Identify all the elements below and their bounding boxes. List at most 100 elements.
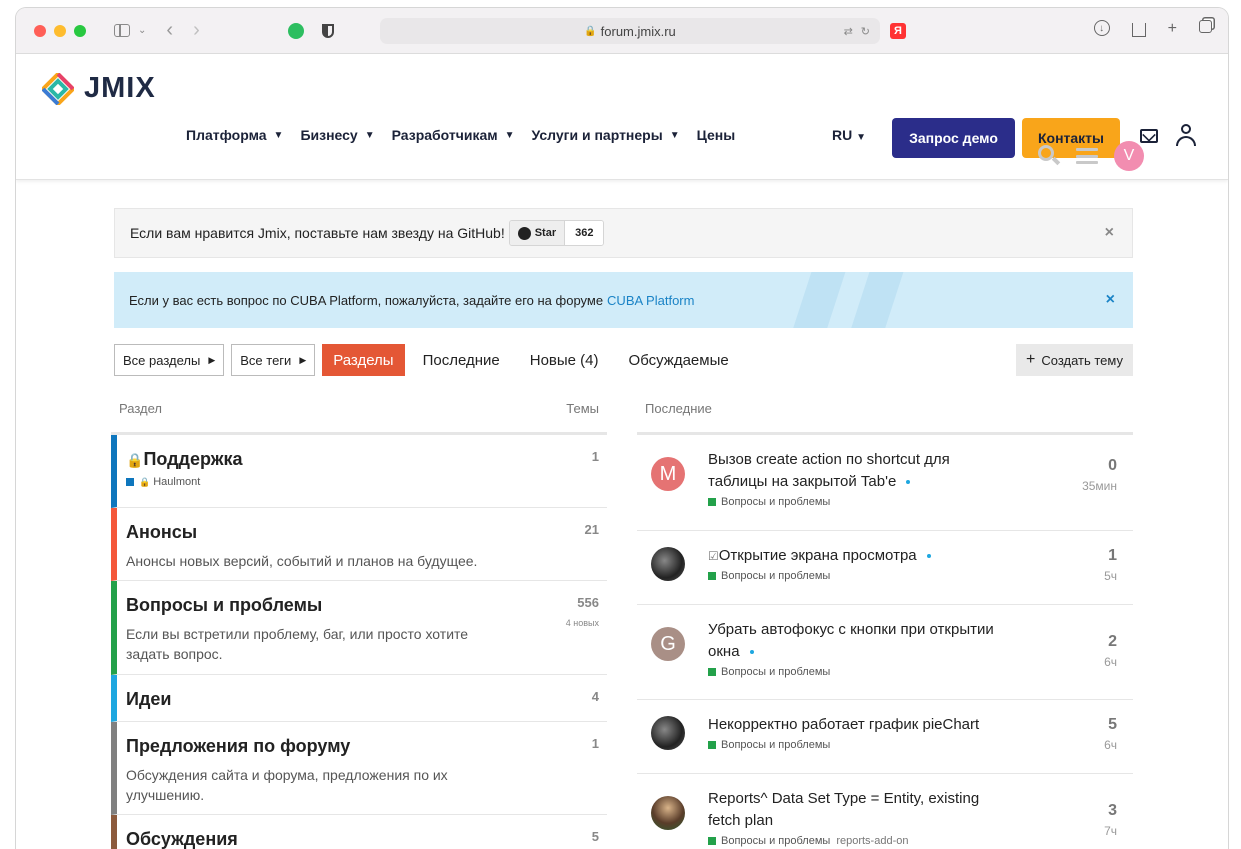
close-window-button[interactable]: [34, 24, 46, 37]
topic-row[interactable]: M Вызов create action по shortcut для та…: [637, 435, 1133, 531]
browser-toolbar: ⌄ ‹ › 🔒 forum.jmix.ru ⇄ ↻ Я ↓ +: [16, 8, 1228, 54]
sidebar-toggle-icon[interactable]: [114, 24, 130, 37]
jmix-logo-icon: [42, 72, 74, 105]
topic-title[interactable]: Открытие экрана просмотра: [719, 547, 917, 564]
cuba-banner: Если у вас есть вопрос по CUBA Platform,…: [114, 272, 1133, 328]
all-tags-dropdown[interactable]: Все теги ▶: [231, 344, 316, 376]
create-topic-button[interactable]: + Создать тему: [1016, 344, 1133, 376]
category-row-questions[interactable]: Вопросы и проблемы Если вы встретили про…: [111, 581, 607, 675]
reply-count[interactable]: 5: [1104, 716, 1117, 734]
share-icon[interactable]: [1131, 23, 1146, 37]
nav-developers[interactable]: Разработчикам ▼: [392, 127, 515, 143]
github-star-button[interactable]: Star 362: [508, 220, 605, 246]
activity-time[interactable]: 35мин: [1082, 479, 1117, 493]
github-icon: [517, 226, 531, 240]
topic-title[interactable]: Вызов create action по shortcut для табл…: [708, 451, 950, 490]
chevron-down-icon: ▼: [669, 129, 680, 141]
lock-icon: 🔒: [139, 476, 151, 487]
reply-count[interactable]: 2: [1104, 633, 1117, 651]
tab-categories[interactable]: Разделы: [322, 344, 405, 376]
avatar[interactable]: M: [651, 457, 685, 491]
caret-right-icon: ▶: [208, 354, 216, 365]
reply-count[interactable]: 1: [1104, 547, 1117, 565]
chevron-down-icon[interactable]: ⌄: [138, 25, 146, 36]
avatar[interactable]: [651, 547, 685, 581]
topic-row[interactable]: ☑Открытие экрана просмотра Вопросы и про…: [637, 531, 1133, 605]
nav-business[interactable]: Бизнесу ▼: [300, 127, 374, 143]
topic-row[interactable]: Некорректно работает график pieChart Воп…: [637, 700, 1133, 774]
subcategory[interactable]: 🔒 Haulmont: [126, 476, 599, 488]
zoom-window-button[interactable]: [74, 24, 86, 37]
category-row-announcements[interactable]: Анонсы Анонсы новых версий, событий и пл…: [111, 508, 607, 581]
nav-platform[interactable]: Платформа ▼: [186, 127, 283, 143]
topic-category[interactable]: Вопросы и проблемы reports-add-on: [708, 835, 1008, 847]
downloads-icon[interactable]: ↓: [1093, 20, 1110, 36]
category-row-discussions[interactable]: Обсуждения 5: [111, 815, 607, 849]
close-icon[interactable]: ×: [1105, 224, 1114, 242]
plus-icon: +: [1026, 351, 1036, 368]
caret-right-icon: ▶: [299, 354, 307, 365]
category-row-forum-feedback[interactable]: Предложения по форуму Обсуждения сайта и…: [111, 722, 607, 815]
category-title[interactable]: Вопросы и проблемы: [126, 595, 599, 616]
close-icon[interactable]: ×: [1106, 291, 1115, 309]
forward-arrow-icon[interactable]: ›: [193, 19, 200, 42]
topic-count: 21: [584, 522, 599, 537]
search-icon[interactable]: [1038, 145, 1061, 167]
topic-category[interactable]: Вопросы и проблемы: [708, 496, 1008, 508]
tab-overview-icon[interactable]: [1199, 20, 1212, 33]
activity-time[interactable]: 5ч: [1104, 569, 1117, 583]
topic-row[interactable]: Reports^ Data Set Type = Entity, existin…: [637, 774, 1133, 849]
category-title[interactable]: Поддержка: [143, 449, 242, 469]
new-tab-icon[interactable]: +: [1168, 20, 1177, 38]
topic-category[interactable]: Вопросы и проблемы: [708, 570, 1008, 582]
evernote-extension-icon[interactable]: [287, 22, 304, 39]
activity-time[interactable]: 7ч: [1104, 824, 1117, 838]
banner-decoration: [784, 272, 914, 328]
category-title[interactable]: Обсуждения: [126, 829, 599, 849]
avatar[interactable]: [651, 796, 685, 830]
request-demo-button[interactable]: Запрос демо: [892, 118, 1015, 158]
category-title[interactable]: Анонсы: [126, 522, 599, 543]
hamburger-menu-icon[interactable]: [1076, 148, 1098, 164]
language-selector[interactable]: RU ▼: [832, 127, 866, 143]
privacy-shield-icon[interactable]: [321, 23, 334, 38]
avatar[interactable]: [651, 716, 685, 750]
minimize-window-button[interactable]: [54, 24, 66, 37]
topic-row[interactable]: G Убрать автофокус с кнопки при открытии…: [637, 605, 1133, 700]
back-arrow-icon[interactable]: ‹: [166, 19, 173, 42]
reply-count[interactable]: 0: [1082, 457, 1117, 475]
url-text: forum.jmix.ru: [600, 23, 676, 39]
topic-category[interactable]: Вопросы и проблемы: [708, 739, 1008, 751]
activity-time[interactable]: 6ч: [1104, 655, 1117, 669]
tab-top[interactable]: Обсуждаемые: [629, 352, 729, 369]
topic-title[interactable]: Reports^ Data Set Type = Entity, existin…: [708, 788, 1008, 832]
topic-title[interactable]: Некорректно работает график pieChart: [708, 714, 1008, 736]
jmix-logo[interactable]: JMIX: [42, 72, 156, 105]
topic-category[interactable]: Вопросы и проблемы: [708, 666, 1008, 678]
categories-header: Раздел Темы: [111, 401, 607, 435]
user-avatar[interactable]: V: [1114, 141, 1144, 171]
category-row-ideas[interactable]: Идеи 4: [111, 675, 607, 722]
category-title[interactable]: Идеи: [126, 689, 599, 710]
reply-count[interactable]: 3: [1104, 802, 1117, 820]
user-icon[interactable]: [1174, 124, 1198, 150]
chevron-down-icon: ▼: [856, 132, 867, 143]
all-categories-dropdown[interactable]: Все разделы ▶: [114, 344, 225, 376]
translate-icon[interactable]: ⇄: [844, 25, 853, 38]
tab-latest[interactable]: Последние: [423, 352, 500, 369]
yandex-extension-icon[interactable]: Я: [890, 23, 906, 39]
cuba-platform-link[interactable]: CUBA Platform: [607, 293, 694, 308]
category-title[interactable]: Предложения по форуму: [126, 736, 599, 757]
topic-tag[interactable]: reports-add-on: [836, 835, 908, 847]
reload-icon[interactable]: ↻: [861, 25, 870, 38]
tab-new[interactable]: Новые (4): [530, 352, 599, 369]
activity-time[interactable]: 6ч: [1104, 738, 1117, 752]
chevron-down-icon: ▼: [504, 129, 515, 141]
category-row-support[interactable]: 🔒Поддержка 🔒 Haulmont 1: [111, 435, 607, 508]
new-topics-count[interactable]: 4 новых: [566, 618, 599, 628]
topic-title[interactable]: Убрать автофокус с кнопки при открытии о…: [708, 621, 994, 660]
avatar[interactable]: G: [651, 627, 685, 661]
nav-services[interactable]: Услуги и партнеры ▼: [532, 127, 680, 143]
address-bar[interactable]: 🔒 forum.jmix.ru ⇄ ↻: [380, 18, 880, 44]
nav-prices[interactable]: Цены: [697, 127, 736, 143]
